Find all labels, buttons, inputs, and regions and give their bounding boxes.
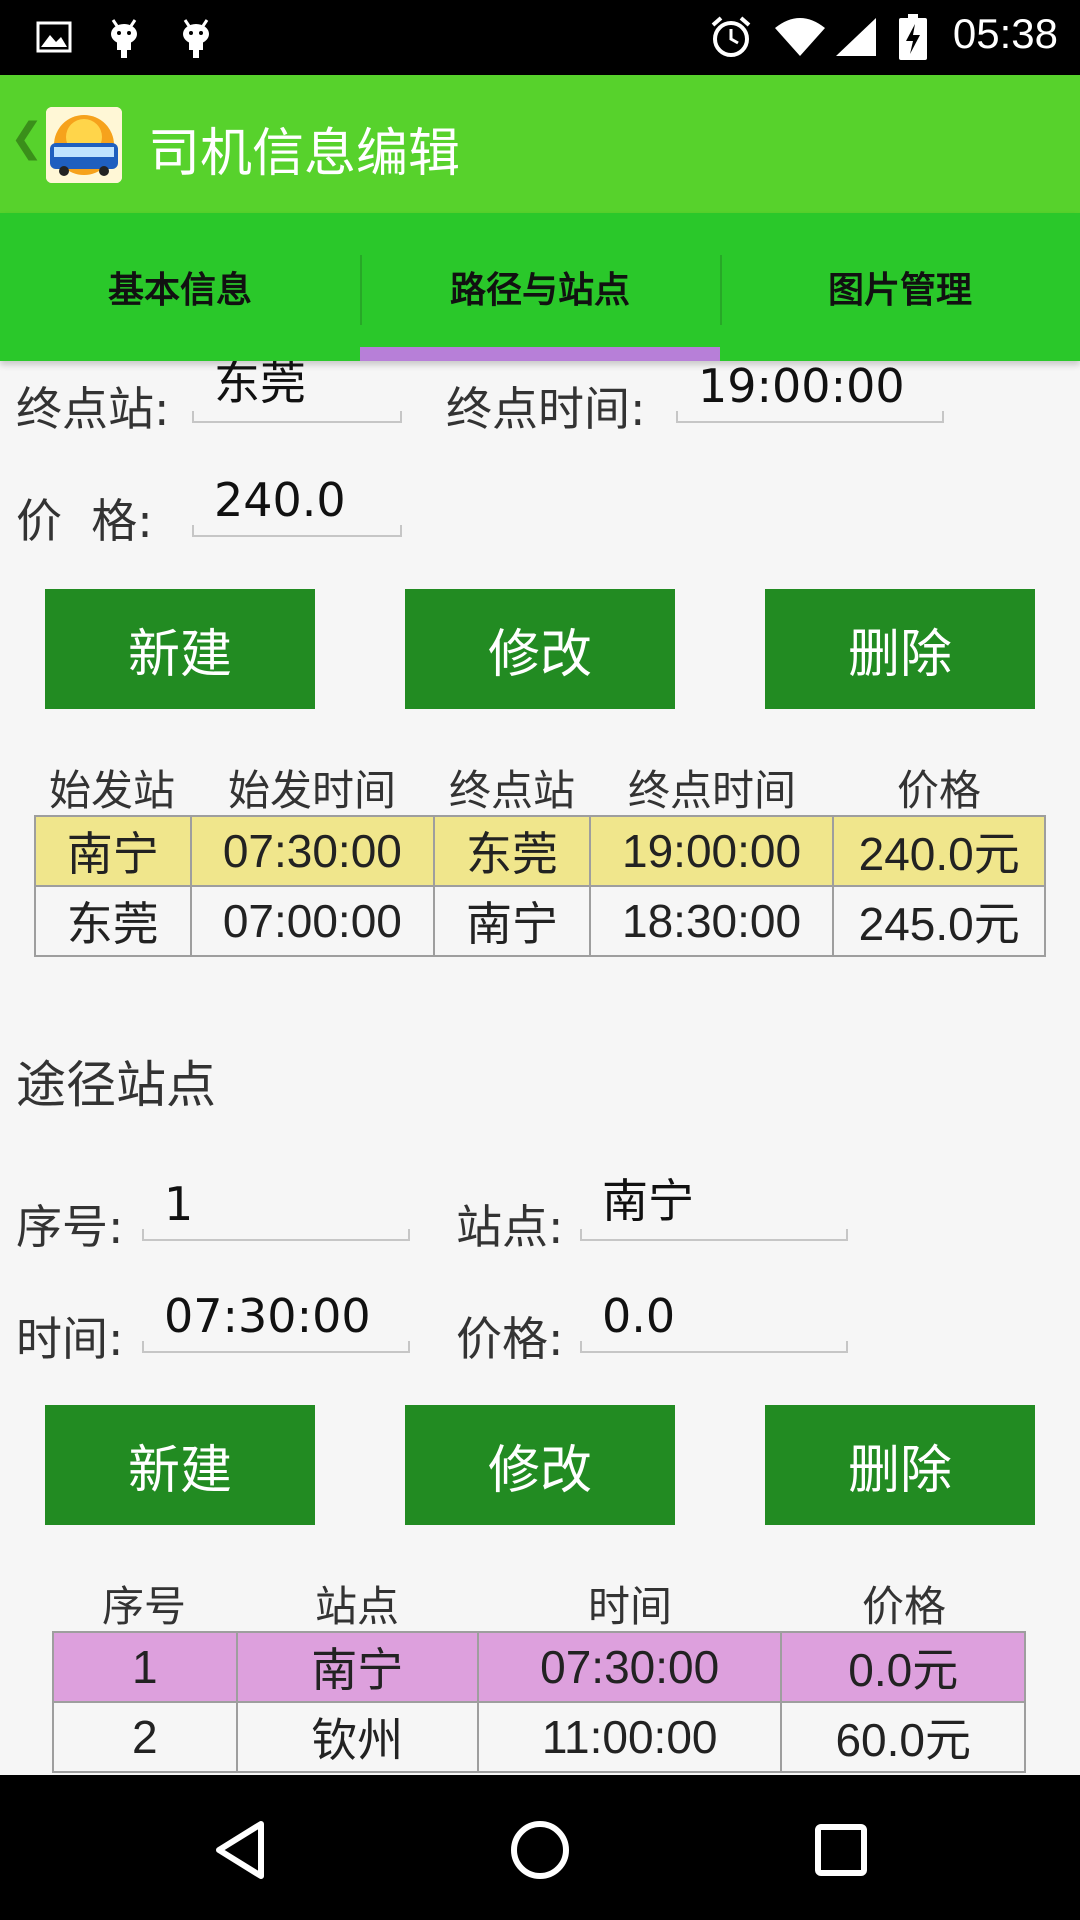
table-row[interactable]: 东莞 07:00:00 南宁 18:30:00 245.0元 [34,885,1046,957]
tab-route-stations[interactable]: 路径与站点 [360,213,720,361]
end-time-label: 终点时间: [446,382,646,436]
wifi-icon [772,14,828,60]
stop-price-label: 价格: [456,1312,564,1366]
stops-table: 1 南宁 07:30:00 0.0元 2 钦州 11:00:00 60.0元 [52,1631,1026,1773]
tab-label: 路径与站点 [449,270,630,311]
stops-header-station: 站点 [314,1582,399,1631]
stop-delete-button[interactable]: 删除 [765,1405,1035,1525]
tab-image-management[interactable]: 图片管理 [720,213,1080,361]
route-new-button[interactable]: 新建 [45,589,315,709]
table-cell: 07:30:00 [476,1631,783,1703]
alarm-icon [708,14,754,60]
table-cell: 07:30:00 [189,815,436,887]
bus-logo-icon[interactable] [46,107,122,183]
navigation-bar [0,1775,1080,1920]
tab-basic-info[interactable]: 基本信息 [0,213,360,361]
stop-price-field[interactable]: 0.0 [580,1283,848,1353]
end-station-value: 东莞 [214,361,306,410]
table-cell: 07:00:00 [189,885,436,957]
stop-modify-button[interactable]: 修改 [405,1405,675,1525]
android-icon [176,14,216,60]
station-field[interactable]: 南宁 [580,1171,848,1241]
stops-section-title: 途径站点 [16,1056,216,1114]
table-cell: 245.0元 [832,885,1046,957]
end-time-value: 19:00:00 [698,361,905,413]
page-title: 司机信息编辑 [148,124,461,184]
seq-label: 序号: [16,1200,124,1254]
route-header-start-time: 始发时间 [227,766,396,815]
signal-icon [832,14,880,60]
table-cell: 南宁 [34,815,192,887]
station-value: 南宁 [602,1174,694,1228]
route-header-start-station: 始发站 [48,766,175,815]
price-field[interactable]: 240.0 [192,467,402,537]
table-row[interactable]: 南宁 07:30:00 东莞 19:00:00 240.0元 [34,815,1046,887]
stops-header-time: 时间 [587,1582,672,1631]
table-cell: 1 [52,1631,238,1703]
stops-header-price: 价格 [861,1582,946,1631]
route-header-end-time: 终点时间 [627,766,796,815]
table-cell: 19:00:00 [588,815,835,887]
status-clock: 05:38 [952,10,1058,57]
time-field[interactable]: 07:30:00 [142,1283,410,1353]
recents-square-icon[interactable] [806,1815,876,1885]
table-cell: 南宁 [433,885,591,957]
android-icon [104,14,144,60]
stops-header-seq: 序号 [101,1582,186,1631]
price-label: 价 格: [16,494,153,548]
time-value: 07:30:00 [164,1289,371,1343]
table-row[interactable]: 2 钦州 11:00:00 60.0元 [52,1701,1026,1773]
tab-label: 图片管理 [827,270,972,311]
app-bar: ❮ 司机信息编辑 [0,75,1080,213]
end-time-field[interactable]: 19:00:00 [676,361,944,423]
tab-indicator [360,347,720,361]
chevron-left-icon[interactable]: ❮ [10,115,44,161]
table-cell: 240.0元 [832,815,1046,887]
seq-field[interactable]: 1 [142,1171,410,1241]
table-cell: 2 [52,1701,238,1773]
table-cell: 18:30:00 [588,885,835,957]
tab-bar: 基本信息 路径与站点 图片管理 [0,213,1080,361]
tab-label: 基本信息 [107,270,252,311]
back-triangle-icon[interactable] [206,1815,276,1885]
route-table: 南宁 07:30:00 东莞 19:00:00 240.0元 东莞 07:00:… [34,815,1046,957]
table-cell: 东莞 [34,885,192,957]
table-cell: 11:00:00 [476,1701,783,1773]
table-cell: 0.0元 [780,1631,1026,1703]
time-label: 时间: [16,1312,124,1366]
route-delete-button[interactable]: 删除 [765,589,1035,709]
route-header-price: 价格 [896,766,981,815]
stop-price-value: 0.0 [602,1289,676,1343]
stop-new-button[interactable]: 新建 [45,1405,315,1525]
seq-value: 1 [164,1177,194,1231]
table-cell: 南宁 [235,1631,479,1703]
table-cell: 60.0元 [780,1701,1026,1773]
route-header-end-station: 终点站 [448,766,575,815]
table-row[interactable]: 1 南宁 07:30:00 0.0元 [52,1631,1026,1703]
table-cell: 东莞 [433,815,591,887]
home-circle-icon[interactable] [505,1815,575,1885]
route-modify-button[interactable]: 修改 [405,589,675,709]
image-icon [34,14,74,60]
status-bar: 05:38 [0,0,1080,75]
end-station-field[interactable]: 东莞 [192,361,402,423]
battery-charging-icon [896,14,930,60]
table-cell: 钦州 [235,1701,479,1773]
price-value: 240.0 [214,473,346,527]
end-station-label: 终点站: [16,382,170,436]
station-label: 站点: [456,1200,564,1254]
content-scroll[interactable]: 终点站: 东莞 终点时间: 19:00:00 价 格: 240.0 新建 修改 … [0,361,1080,1775]
